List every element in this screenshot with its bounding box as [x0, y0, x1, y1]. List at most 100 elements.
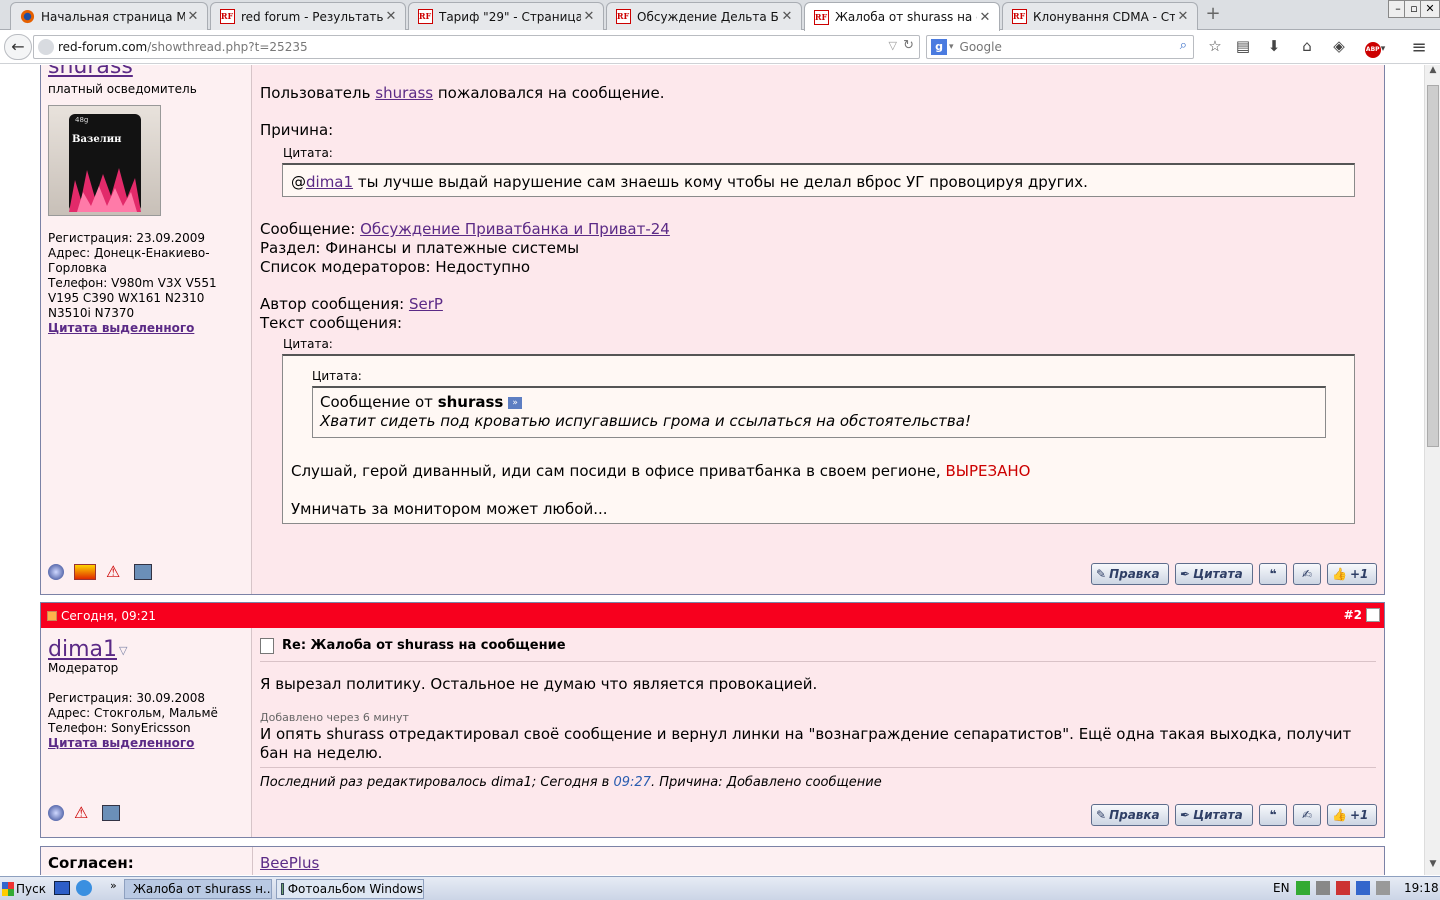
plus-one-button[interactable]: 👍 +1 — [1327, 563, 1377, 585]
tab-red-forum-results[interactable]: RF red forum - Результаты по... ✕ — [210, 2, 406, 30]
cards-icon[interactable] — [74, 564, 96, 580]
sync-icon[interactable]: ◈ — [1328, 37, 1350, 57]
back-button[interactable]: ← — [4, 34, 32, 60]
tab-close-icon[interactable]: ✕ — [779, 9, 795, 24]
post-document-icon — [260, 638, 274, 654]
language-indicator[interactable]: EN — [1273, 881, 1290, 895]
bookmarks-list-icon[interactable]: ▤ — [1232, 37, 1254, 57]
post-2-username[interactable]: dima1 — [48, 637, 117, 662]
tab-close-icon[interactable]: ✕ — [581, 9, 597, 24]
post-2-date: Сегодня, 09:21 — [61, 609, 156, 623]
post-2-body: Re: Жалоба от shurass на сообщение Я выр… — [252, 628, 1384, 837]
scrollbar-thumb[interactable] — [1427, 85, 1439, 447]
inner-quote-user: shurass — [437, 393, 504, 411]
message-quote-label: Цитата: — [283, 337, 333, 351]
scroll-up-icon[interactable]: ▲ — [1426, 65, 1440, 81]
post-1-username[interactable]: shurass — [48, 65, 133, 79]
new-tab-button[interactable]: + — [1204, 5, 1222, 23]
redforum-icon: RF — [1011, 9, 1027, 25]
quick-reply-button[interactable]: ✍ — [1293, 804, 1321, 826]
post-2-edit-separator — [260, 767, 1376, 768]
post-1-userinfo: shurass платный осведомитель 48g Вазелин… — [41, 65, 252, 594]
tab-complaint-active[interactable]: RF Жалоба от shurass на соо... ✕ — [804, 2, 1000, 31]
tab-close-icon[interactable]: ✕ — [1175, 9, 1191, 24]
tray-antivirus-icon[interactable] — [1336, 881, 1350, 895]
post-2-text-2: И опять shurass отредактировал своё сооб… — [260, 725, 1352, 762]
taskbar-item-photo-album[interactable]: Фотоальбом Windows — [276, 879, 424, 899]
search-bar[interactable]: g ▾ ⌕ — [926, 35, 1194, 59]
quicklaunch-more-icon[interactable]: » — [110, 879, 117, 892]
taskbar-item-firefox[interactable]: Жалоба от shurass н... — [124, 879, 272, 899]
quick-reply-button[interactable]: ✍ — [1293, 563, 1321, 585]
menu-icon[interactable]: ≡ — [1408, 37, 1430, 58]
scroll-down-icon[interactable]: ▼ — [1426, 859, 1440, 875]
globe-icon — [38, 39, 54, 55]
edit-button[interactable]: ✎ Правка — [1091, 804, 1169, 826]
post-2-quote-selected-link[interactable]: Цитата выделенного — [48, 736, 194, 750]
windows-taskbar: Пуск » Жалоба от shurass н... Фотоальбом… — [0, 876, 1440, 900]
post-2-text-1: Я вырезал политику. Остальное не думаю ч… — [260, 675, 818, 693]
tab-close-icon[interactable]: ✕ — [185, 9, 201, 24]
post-2-number-link[interactable]: #2 — [1344, 608, 1362, 622]
post-1-user-title: платный осведомитель — [48, 82, 197, 96]
view-post-icon[interactable]: » — [508, 396, 523, 409]
multiquote-button[interactable]: ❝ — [1259, 804, 1287, 826]
reload-icon[interactable]: ↻ — [903, 38, 914, 53]
tab-close-icon[interactable]: ✕ — [977, 10, 993, 25]
search-input[interactable] — [959, 40, 1160, 54]
post-1-body: Пользователь shurass пожаловался на сооб… — [252, 65, 1384, 594]
engine-dropdown-icon[interactable]: ▾ — [949, 42, 954, 52]
search-icon[interactable]: ⌕ — [1180, 38, 1187, 53]
system-tray — [1296, 881, 1390, 895]
tray-volume-icon[interactable] — [1376, 881, 1390, 895]
reason-mention-link[interactable]: dima1 — [306, 173, 353, 191]
ie-icon[interactable] — [76, 880, 92, 896]
quote-button[interactable]: ✒ Цитата — [1175, 563, 1253, 585]
tab-close-icon[interactable]: ✕ — [383, 9, 399, 24]
post-1-registration: Регистрация: 23.09.2009 — [48, 231, 206, 245]
show-desktop-icon[interactable] — [54, 881, 70, 895]
back-arrow-icon: ← — [11, 37, 25, 56]
vertical-scrollbar[interactable]: ▲ ▼ — [1424, 65, 1440, 875]
plus-one-button[interactable]: 👍 +1 — [1327, 804, 1377, 826]
tab-delta-bank[interactable]: RF Обсуждение Дельта Банк... ✕ — [606, 2, 802, 30]
downloads-icon[interactable]: ⬇ — [1263, 37, 1285, 57]
report-warning-icon[interactable]: ⚠ — [74, 805, 92, 821]
tray-monitor-icon[interactable] — [1356, 881, 1370, 895]
complainer-user-link[interactable]: shurass — [375, 84, 433, 102]
clock[interactable]: 19:18 — [1404, 881, 1439, 895]
cut-label: ВЫРЕЗАНО — [945, 462, 1031, 480]
edit-button[interactable]: ✎ Правка — [1091, 563, 1169, 585]
offline-status-icon — [48, 805, 64, 821]
quote-button[interactable]: ✒ Цитата — [1175, 804, 1253, 826]
tab-cdma-clone[interactable]: RF Клонування CDMA - Стра... ✕ — [1002, 2, 1198, 30]
ip-computer-icon[interactable] — [134, 564, 152, 580]
home-icon[interactable]: ⌂ — [1296, 37, 1318, 57]
inner-quote-box: Сообщение от shurass » Хватит сидеть под… — [312, 386, 1326, 438]
ip-computer-icon[interactable] — [102, 805, 120, 821]
post-2-phone: Телефон: SonyEricsson — [48, 721, 191, 735]
start-button[interactable]: Пуск — [0, 878, 46, 900]
close-window-button[interactable]: ✕ — [1420, 0, 1440, 18]
tray-network-icon[interactable] — [1296, 881, 1310, 895]
tab-tariff-29[interactable]: RF Тариф "29" - Страница 11... ✕ — [408, 2, 604, 30]
dropdown-icon[interactable]: ▽ — [889, 39, 897, 52]
agreed-user-link[interactable]: BeePlus — [260, 854, 319, 872]
quote-pen-icon: ✒ — [1180, 808, 1191, 822]
author-link[interactable]: SerP — [409, 295, 443, 313]
windows-logo-icon — [2, 882, 15, 896]
adblock-icon[interactable]: ABP▾ — [1364, 37, 1386, 58]
bookmark-star-icon[interactable]: ☆ — [1204, 37, 1226, 57]
tray-app-icon[interactable] — [1316, 881, 1330, 895]
inner-quote-text: Хватит сидеть под кроватью испугавшись г… — [320, 412, 971, 430]
post-select-checkbox[interactable] — [1366, 608, 1380, 622]
post-1-quote-selected-link[interactable]: Цитата выделенного — [48, 321, 194, 335]
multiquote-button[interactable]: ❝ — [1259, 563, 1287, 585]
message-quote-box: Цитата: Сообщение от shurass » Хватит си… — [282, 354, 1355, 524]
user-dropdown-icon[interactable]: ▽ — [119, 644, 127, 657]
report-warning-icon[interactable]: ⚠ — [106, 564, 124, 580]
tab-mozilla-start[interactable]: Начальная страница Moz... ✕ — [10, 2, 208, 30]
thread-link[interactable]: Обсуждение Приватбанка и Приват-24 — [360, 220, 670, 238]
url-bar[interactable]: red-forum.com/showthread.php?t=25235 ▽ ↻ — [33, 35, 920, 59]
redforum-icon: RF — [813, 9, 829, 25]
